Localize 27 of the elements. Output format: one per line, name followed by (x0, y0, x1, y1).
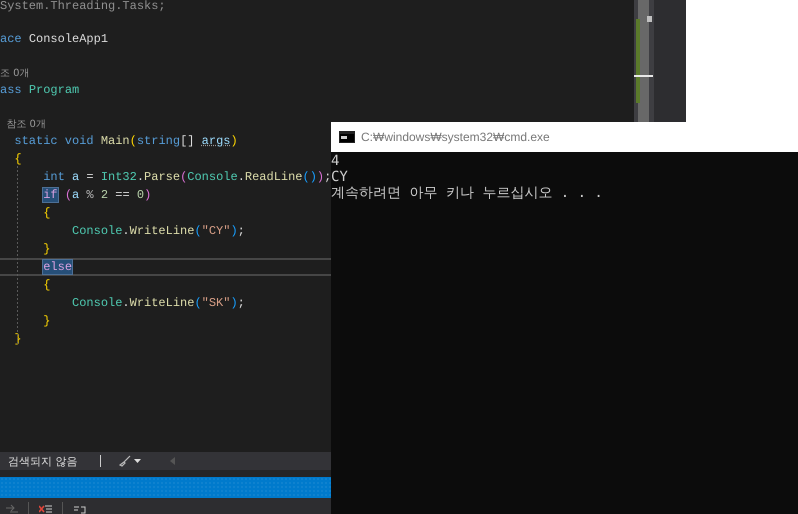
status-message: 검색되지 않음 (8, 454, 78, 468)
code-line: } (42, 242, 50, 256)
code-line: { (42, 278, 50, 292)
reference-count[interactable]: 참조 0개 (0, 119, 46, 130)
code-line: if (a % 2 == 0) (42, 188, 152, 202)
console-output: 4 (331, 153, 340, 169)
clear-list-icon[interactable] (39, 504, 52, 514)
code-line: static void Main(string[] args) (13, 134, 238, 148)
code-line: Console.WriteLine("SK"); (71, 296, 245, 310)
code-line: ace ConsoleApp1 (0, 32, 108, 46)
console-output: CY (331, 169, 349, 185)
code-line: { (42, 206, 50, 220)
word-wrap-icon[interactable] (73, 504, 86, 514)
code-line: System.Threading.Tasks; (0, 0, 166, 13)
console-icon (339, 131, 355, 143)
caret-icon[interactable] (134, 459, 140, 463)
scrollbar[interactable] (634, 0, 654, 122)
code-line: } (42, 314, 50, 328)
code-line: ass Program (0, 83, 80, 97)
code-line: { (13, 152, 22, 166)
code-line: Console.WriteLine("CY"); (71, 224, 245, 238)
window-title: C:₩windows₩system32₩cmd.exe (361, 130, 550, 144)
code-line: int a = Int32.Parse(Console.ReadLine()); (42, 170, 332, 184)
indent-icon[interactable] (6, 504, 18, 514)
console-output: 계속하려면 아무 키나 누르십시오 . . . (331, 185, 604, 201)
reference-count[interactable]: 조 0개 (0, 68, 30, 79)
brush-icon[interactable] (118, 455, 130, 467)
